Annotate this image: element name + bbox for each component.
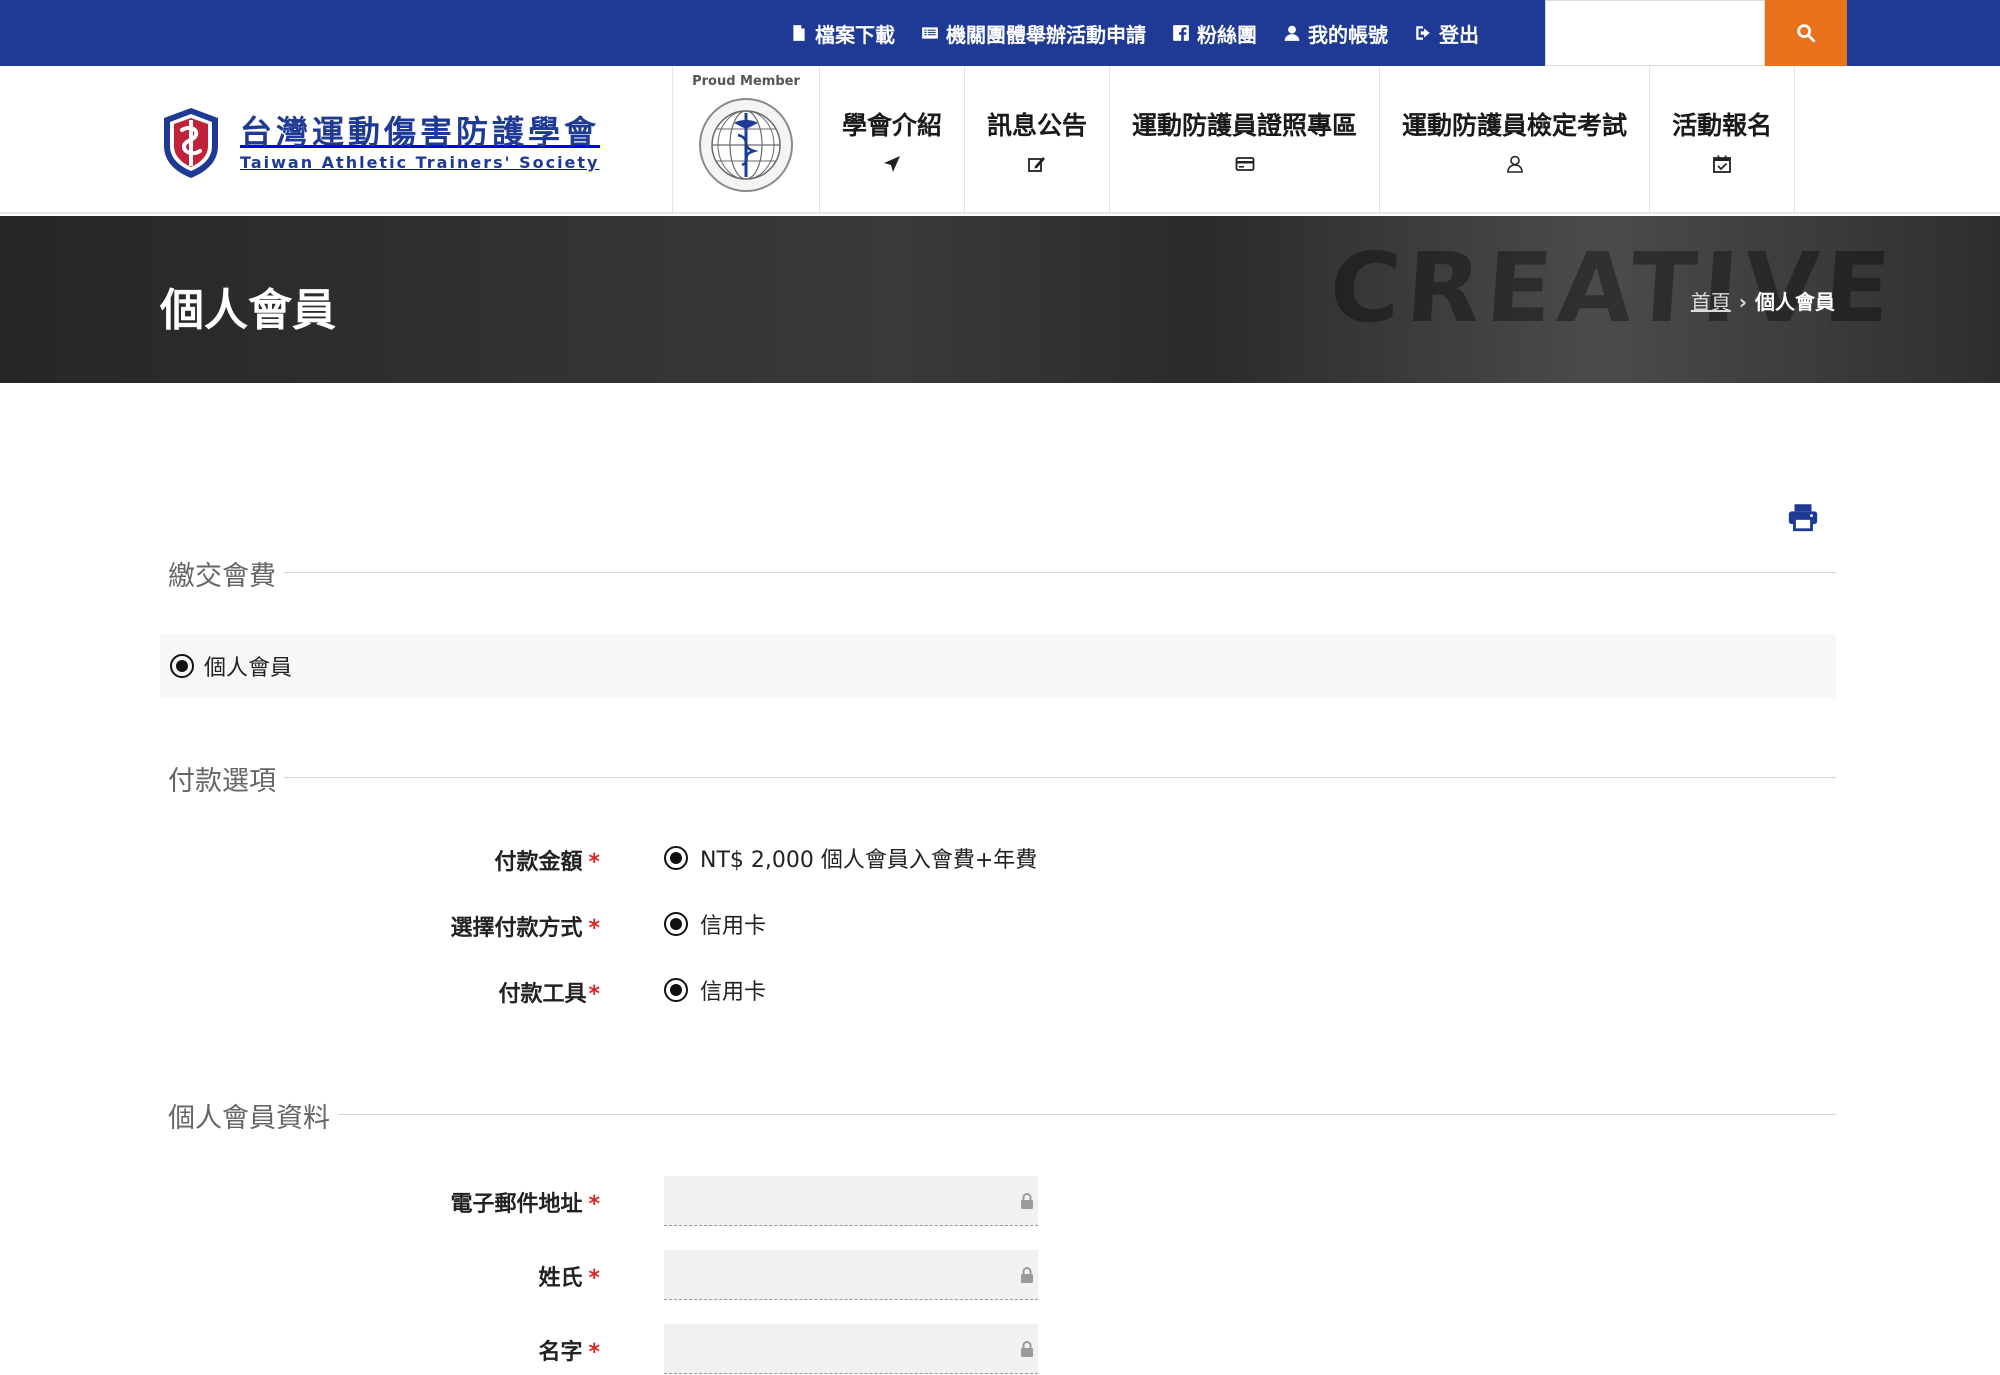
radio-dot bbox=[670, 852, 682, 864]
payment-method-label: 選擇付款方式 * bbox=[450, 916, 600, 941]
topnav-event-application[interactable]: 機關團體舉辦活動申請 bbox=[921, 19, 1146, 48]
radio-dot bbox=[670, 984, 682, 996]
logout-icon bbox=[1416, 26, 1430, 40]
payment-amount-row: 付款金額 * NT$ 2,000 個人會員入會費+年費 bbox=[0, 838, 2000, 878]
topnav-label: 機關團體舉辦活動申請 bbox=[946, 22, 1146, 47]
last-name-row: 姓氏 * bbox=[0, 1250, 2000, 1302]
payment-method-option[interactable]: 信用卡 bbox=[664, 908, 766, 940]
required-asterisk: * bbox=[588, 1266, 600, 1291]
first-name-label: 名字 * bbox=[538, 1340, 600, 1365]
required-asterisk: * bbox=[588, 982, 600, 1007]
radio-dot bbox=[176, 660, 188, 672]
site-header: 台灣運動傷害防護學會 Taiwan Athletic Trainers' Soc… bbox=[0, 66, 2000, 214]
email-field[interactable] bbox=[664, 1176, 1038, 1226]
payment-amount-option[interactable]: NT$ 2,000 個人會員入會費+年費 bbox=[664, 842, 1037, 874]
section-title-payment: 付款選項 bbox=[168, 759, 284, 798]
page-banner: CREATIVE 個人會員 首頁 › 個人會員 bbox=[0, 216, 2000, 383]
required-asterisk: * bbox=[588, 1192, 600, 1217]
fee-option-row[interactable]: 個人會員 bbox=[160, 634, 1836, 698]
first-name-field[interactable] bbox=[664, 1324, 1038, 1374]
nav-license-zone[interactable]: 運動防護員證照專區 bbox=[1110, 66, 1381, 214]
payment-tool-value: 信用卡 bbox=[700, 980, 767, 1005]
payment-amount-label: 付款金額 * bbox=[494, 850, 600, 875]
breadcrumb-current: 個人會員 bbox=[1755, 290, 1835, 314]
top-bar: 檔案下載 機關團體舉辦活動申請 粉絲團 我的帳號 登出 bbox=[0, 0, 2000, 66]
nav-event-registration[interactable]: 活動報名 bbox=[1650, 66, 1796, 214]
nav-label: 活動報名 bbox=[1672, 111, 1773, 140]
section-divider bbox=[168, 1114, 1836, 1115]
user-outline-icon bbox=[1506, 155, 1523, 173]
breadcrumb: 首頁 › 個人會員 bbox=[1691, 286, 1835, 315]
user-icon bbox=[1284, 25, 1300, 41]
payment-tool-radio[interactable] bbox=[664, 978, 688, 1002]
topnav-my-account[interactable]: 我的帳號 bbox=[1283, 19, 1388, 48]
facebook-icon bbox=[1173, 25, 1189, 41]
nav-label: 運動防護員檢定考試 bbox=[1402, 111, 1628, 140]
topnav-fanpage[interactable]: 粉絲團 bbox=[1172, 19, 1257, 48]
topnav-file-download[interactable]: 檔案下載 bbox=[790, 19, 895, 48]
email-label: 電子郵件地址 * bbox=[450, 1192, 600, 1217]
nav-announcements[interactable]: 訊息公告 bbox=[965, 66, 1111, 214]
credit-card-icon bbox=[1235, 157, 1254, 171]
society-logo-icon bbox=[164, 108, 218, 178]
main-nav: 學會介紹 訊息公告 運動防護員證照專區 運動防護員檢定考試 活動報名 bbox=[820, 66, 1796, 214]
logo-name-en: Taiwan Athletic Trainers' Society bbox=[240, 153, 600, 172]
site-logo[interactable]: 台灣運動傷害防護學會 Taiwan Athletic Trainers' Soc… bbox=[160, 106, 600, 180]
topnav-label: 檔案下載 bbox=[815, 22, 895, 47]
nav-about[interactable]: 學會介紹 bbox=[820, 66, 966, 214]
payment-amount-radio[interactable] bbox=[664, 846, 688, 870]
fee-option-label: 個人會員 bbox=[204, 656, 293, 681]
search-icon bbox=[1797, 24, 1816, 43]
search-input[interactable] bbox=[1545, 0, 1765, 66]
section-divider bbox=[168, 572, 1836, 573]
breadcrumb-home[interactable]: 首頁 bbox=[1691, 290, 1731, 314]
topnav-label: 登出 bbox=[1439, 22, 1479, 47]
location-arrow-icon bbox=[884, 156, 900, 172]
edit-icon bbox=[1028, 157, 1046, 172]
payment-tool-row: 付款工具* 信用卡 bbox=[0, 970, 2000, 1010]
search-button[interactable] bbox=[1765, 0, 1847, 66]
section-title-profile: 個人會員資料 bbox=[168, 1096, 338, 1135]
nav-label: 訊息公告 bbox=[987, 111, 1088, 140]
payment-method-radio[interactable] bbox=[664, 912, 688, 936]
breadcrumb-separator: › bbox=[1738, 290, 1747, 314]
nav-label: 學會介紹 bbox=[842, 111, 943, 140]
file-icon bbox=[793, 25, 805, 41]
proud-member-label: Proud Member bbox=[692, 74, 800, 89]
top-nav: 檔案下載 機關團體舉辦活動申請 粉絲團 我的帳號 登出 bbox=[790, 0, 1505, 66]
radio-dot bbox=[670, 918, 682, 930]
topnav-logout[interactable]: 登出 bbox=[1414, 19, 1479, 48]
required-asterisk: * bbox=[588, 850, 600, 875]
section-divider bbox=[168, 777, 1836, 778]
logo-name-cn: 台灣運動傷害防護學會 bbox=[240, 113, 601, 151]
page-title: 個人會員 bbox=[160, 285, 336, 336]
section-title-fee: 繳交會費 bbox=[168, 554, 284, 593]
fee-option-radio[interactable] bbox=[170, 654, 194, 678]
world-federation-globe-icon bbox=[699, 98, 793, 192]
lock-icon bbox=[1021, 1193, 1033, 1209]
payment-method-row: 選擇付款方式 * 信用卡 bbox=[0, 904, 2000, 944]
topnav-label: 我的帳號 bbox=[1308, 22, 1388, 47]
payment-method-value: 信用卡 bbox=[700, 914, 767, 939]
print-icon[interactable] bbox=[1786, 500, 1820, 534]
first-name-row: 名字 * bbox=[0, 1324, 2000, 1375]
payment-tool-option[interactable]: 信用卡 bbox=[664, 974, 766, 1006]
email-row: 電子郵件地址 * bbox=[0, 1176, 2000, 1228]
nav-certification-exam[interactable]: 運動防護員檢定考試 bbox=[1380, 66, 1651, 214]
payment-amount-value: NT$ 2,000 個人會員入會費+年費 bbox=[700, 848, 1038, 873]
calendar-check-icon bbox=[1713, 155, 1731, 173]
required-asterisk: * bbox=[588, 1340, 600, 1365]
nav-label: 運動防護員證照專區 bbox=[1132, 111, 1358, 140]
payment-tool-label: 付款工具* bbox=[498, 982, 600, 1007]
list-card-icon bbox=[922, 27, 938, 39]
topnav-label: 粉絲團 bbox=[1197, 22, 1257, 47]
last-name-label: 姓氏 * bbox=[538, 1266, 600, 1291]
lock-icon bbox=[1021, 1267, 1033, 1283]
required-asterisk: * bbox=[588, 916, 600, 941]
lock-icon bbox=[1021, 1341, 1033, 1357]
last-name-field[interactable] bbox=[664, 1250, 1038, 1300]
proud-member-badge[interactable]: Proud Member bbox=[672, 66, 820, 214]
